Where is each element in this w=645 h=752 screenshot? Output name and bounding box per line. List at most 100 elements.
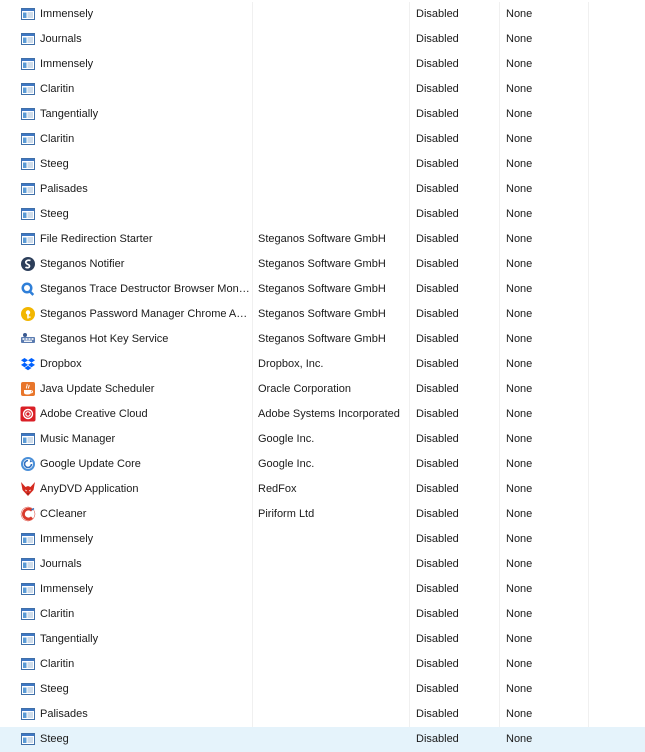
table-row[interactable]: File Redirection Starter Steganos Softwa… [0, 227, 645, 252]
table-row[interactable]: Adobe Creative Cloud Adobe Systems Incor… [0, 402, 645, 427]
startup-item-impact: None [506, 382, 533, 395]
table-row[interactable]: Journals Disabled None [0, 27, 645, 52]
startup-item-status: Disabled [416, 182, 459, 195]
table-row[interactable]: Steeg Disabled None [0, 152, 645, 177]
password-manager-icon [20, 306, 36, 322]
table-row[interactable]: Palisades Disabled None [0, 177, 645, 202]
startup-item-name: Claritin [40, 657, 75, 670]
startup-item-impact: None [506, 82, 533, 95]
startup-item-impact: None [506, 482, 533, 495]
startup-item-name: Immensely [40, 57, 94, 70]
table-row[interactable]: Steeg Disabled None [0, 202, 645, 227]
dropbox-icon [20, 356, 36, 372]
startup-item-status: Disabled [416, 557, 459, 570]
table-row[interactable]: Steeg Disabled None [0, 726, 645, 752]
startup-item-name: Immensely [40, 7, 94, 20]
window-icon [20, 181, 36, 197]
window-icon [20, 6, 36, 22]
table-row[interactable]: Steganos Hot Key Service Steganos Softwa… [0, 327, 645, 352]
startup-item-impact: None [506, 707, 533, 720]
startup-item-name: Music Manager [40, 432, 116, 445]
startup-item-impact: None [506, 207, 533, 220]
startup-item-name: Immensely [40, 582, 94, 595]
startup-item-status: Disabled [416, 657, 459, 670]
startup-item-status: Disabled [416, 382, 459, 395]
table-row[interactable]: Steganos Notifier Steganos Software GmbH… [0, 252, 645, 277]
table-row[interactable]: Tangentially Disabled None [0, 627, 645, 652]
startup-item-impact: None [506, 332, 533, 345]
table-row[interactable]: Claritin Disabled None [0, 652, 645, 677]
table-row[interactable]: Steganos Password Manager Chrome Aut... … [0, 302, 645, 327]
startup-item-status: Disabled [416, 532, 459, 545]
startup-item-name: Dropbox [40, 357, 82, 370]
startup-item-impact: None [506, 457, 533, 470]
startup-item-impact: None [506, 7, 533, 20]
startup-item-status: Disabled [416, 132, 459, 145]
table-row[interactable]: AnyDVD Application RedFox Disabled None [0, 477, 645, 502]
window-icon [20, 106, 36, 122]
window-icon [20, 656, 36, 672]
startup-item-impact: None [506, 432, 533, 445]
startup-item-publisher [258, 652, 408, 677]
startup-item-name: Steeg [40, 732, 69, 745]
startup-item-publisher [258, 677, 408, 702]
table-row[interactable]: Immensely Disabled None [0, 52, 645, 77]
startup-item-impact: None [506, 282, 533, 295]
startup-item-impact: None [506, 357, 533, 370]
table-row[interactable]: Steeg Disabled None [0, 677, 645, 702]
startup-item-publisher [258, 177, 408, 202]
table-row[interactable]: Immensely Disabled None [0, 2, 645, 27]
startup-item-impact: None [506, 57, 533, 70]
ccleaner-icon [20, 506, 36, 522]
window-icon [20, 231, 36, 247]
startup-item-status: Disabled [416, 357, 459, 370]
startup-item-name: Steeg [40, 207, 69, 220]
table-row[interactable]: CCleaner Piriform Ltd Disabled None [0, 502, 645, 527]
table-row[interactable]: Music Manager Google Inc. Disabled None [0, 427, 645, 452]
table-row[interactable]: Google Update Core Google Inc. Disabled … [0, 452, 645, 477]
startup-item-publisher: Piriform Ltd [258, 507, 315, 520]
table-row[interactable]: Immensely Disabled None [0, 577, 645, 602]
startup-item-name: Steeg [40, 682, 69, 695]
startup-item-name: Steganos Hot Key Service [40, 332, 169, 345]
window-icon [20, 206, 36, 222]
startup-item-name: Journals [40, 32, 82, 45]
startup-item-impact: None [506, 632, 533, 645]
startup-item-impact: None [506, 582, 533, 595]
table-row[interactable]: Steganos Trace Destructor Browser Monito… [0, 277, 645, 302]
google-update-icon [20, 456, 36, 472]
startup-item-name: Immensely [40, 532, 94, 545]
startup-item-impact: None [506, 532, 533, 545]
startup-item-name: Steeg [40, 157, 69, 170]
startup-item-publisher: Steganos Software GmbH [258, 257, 386, 270]
table-row[interactable]: Dropbox Dropbox, Inc. Disabled None [0, 352, 645, 377]
startup-item-name: File Redirection Starter [40, 232, 153, 245]
startup-item-status: Disabled [416, 482, 459, 495]
table-row[interactable]: Claritin Disabled None [0, 77, 645, 102]
startup-item-name: Google Update Core [40, 457, 141, 470]
startup-item-publisher [258, 152, 408, 177]
window-icon [20, 531, 36, 547]
startup-item-publisher [258, 127, 408, 152]
startup-item-publisher: Google Inc. [258, 432, 315, 445]
table-row[interactable]: Journals Disabled None [0, 552, 645, 577]
table-row[interactable]: Palisades Disabled None [0, 702, 645, 727]
startup-item-publisher: Steganos Software GmbH [258, 332, 386, 345]
startup-item-impact: None [506, 157, 533, 170]
table-row[interactable]: Claritin Disabled None [0, 602, 645, 627]
startup-item-status: Disabled [416, 157, 459, 170]
startup-item-name: Steganos Notifier [40, 257, 125, 270]
startup-item-name: Steganos Password Manager Chrome Aut... [40, 307, 250, 320]
startup-item-name: Palisades [40, 707, 88, 720]
table-row[interactable]: Java Update Scheduler Oracle Corporation… [0, 377, 645, 402]
startup-item-impact: None [506, 607, 533, 620]
startup-item-status: Disabled [416, 257, 459, 270]
table-row[interactable]: Claritin Disabled None [0, 127, 645, 152]
startup-item-publisher [258, 552, 408, 577]
startup-item-impact: None [506, 732, 533, 745]
startup-item-status: Disabled [416, 732, 459, 745]
startup-item-publisher [258, 602, 408, 627]
table-row[interactable]: Tangentially Disabled None [0, 102, 645, 127]
table-row[interactable]: Immensely Disabled None [0, 527, 645, 552]
startup-item-status: Disabled [416, 7, 459, 20]
